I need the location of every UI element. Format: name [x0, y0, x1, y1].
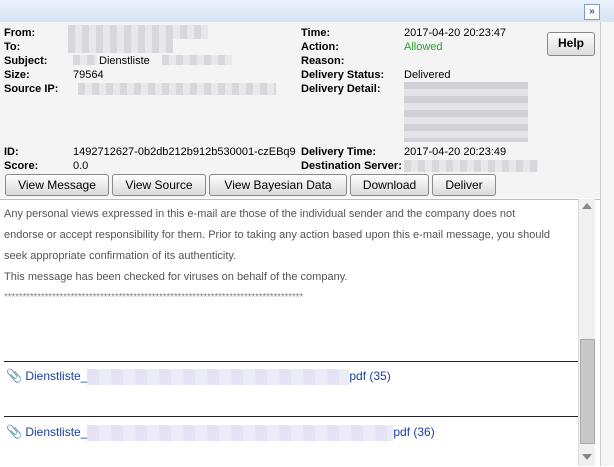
message-body-pane[interactable]: Any personal views expressed in this e-m… — [0, 199, 600, 467]
message-line: This message has been checked for viruse… — [4, 271, 348, 283]
attachment-divider — [4, 416, 578, 417]
paperclip-icon: 📎 — [6, 424, 23, 439]
message-line: endorse or accept responsibility for the… — [4, 229, 551, 241]
view-bayesian-data-button[interactable]: View Bayesian Data — [209, 174, 347, 196]
attachment-name-redacted — [87, 368, 350, 385]
attachment-name-prefix[interactable]: Dienstliste_ — [25, 425, 87, 439]
attachment-name-suffix[interactable]: pdf (35) — [349, 369, 390, 383]
message-disclaimer: Any personal views expressed in this e-m… — [4, 204, 578, 288]
id-value: 1492712627-0b2db212b912b530001-czEBq9 — [73, 146, 296, 158]
subject-value: Dienstliste — [99, 55, 150, 67]
attachment-item[interactable]: 📎 Dienstliste_ pdf (36) — [6, 424, 435, 441]
download-button[interactable]: Download — [350, 174, 429, 196]
source-ip-label: Source IP: — [4, 83, 59, 95]
view-message-button[interactable]: View Message — [5, 174, 109, 196]
reason-label: Reason: — [301, 55, 345, 67]
deliver-button[interactable]: Deliver — [432, 174, 496, 196]
to-label: To: — [4, 41, 21, 53]
action-label: Action: — [301, 41, 339, 53]
scroll-down-icon[interactable] — [582, 454, 592, 460]
delivery-detail-redacted — [404, 82, 528, 142]
attachment-name-suffix[interactable]: pdf (36) — [393, 425, 434, 439]
delivery-detail-label: Delivery Detail: — [301, 83, 381, 95]
source-ip-redacted — [78, 83, 276, 95]
destination-server-label: Destination Server: — [301, 160, 402, 172]
subject-prefix-redacted — [73, 55, 97, 65]
panel-edge — [600, 22, 614, 466]
attachment-divider — [4, 361, 578, 362]
message-details-panel: From: To: Subject: Dienstliste Size: 795… — [0, 22, 600, 172]
delivery-time-label: Delivery Time: — [301, 146, 377, 158]
attachment-name-redacted — [87, 424, 394, 441]
from-value-redacted — [68, 25, 208, 39]
view-source-button[interactable]: View Source — [112, 174, 206, 196]
size-value: 79564 — [73, 69, 104, 81]
action-value: Allowed — [404, 41, 443, 53]
destination-server-redacted — [404, 160, 538, 172]
message-separator-stars: ****************************************… — [4, 292, 304, 303]
message-scrollbar[interactable] — [578, 199, 595, 466]
score-value: 0.0 — [73, 160, 89, 172]
scroll-up-icon[interactable] — [582, 203, 592, 209]
help-button[interactable]: Help — [547, 32, 595, 56]
id-label: ID: — [4, 146, 19, 158]
time-label: Time: — [301, 27, 331, 39]
score-label: Score: — [4, 160, 39, 172]
delivery-status-value: Delivered — [404, 69, 451, 81]
attachment-name-prefix[interactable]: Dienstliste_ — [25, 369, 87, 383]
to-value-redacted — [68, 39, 173, 53]
paperclip-icon: 📎 — [6, 368, 23, 383]
delivery-status-label: Delivery Status: — [301, 69, 385, 81]
action-toolbar: View Message View Source View Bayesian D… — [0, 172, 600, 198]
size-label: Size: — [4, 69, 30, 81]
top-bar: » — [0, 0, 614, 23]
subject-label: Subject: — [4, 55, 48, 67]
subject-suffix-redacted — [162, 55, 232, 65]
message-line: seek appropriate confirmation of its aut… — [4, 250, 237, 262]
from-label: From: — [4, 27, 36, 39]
delivery-time-value: 2017-04-20 20:23:49 — [404, 146, 507, 158]
message-line: Any personal views expressed in this e-m… — [4, 208, 516, 220]
time-value: 2017-04-20 20:23:47 — [404, 27, 507, 39]
scrollbar-thumb[interactable] — [580, 339, 595, 444]
collapse-panel-icon[interactable]: » — [584, 4, 600, 20]
attachment-item[interactable]: 📎 Dienstliste_ pdf (35) — [6, 368, 391, 385]
